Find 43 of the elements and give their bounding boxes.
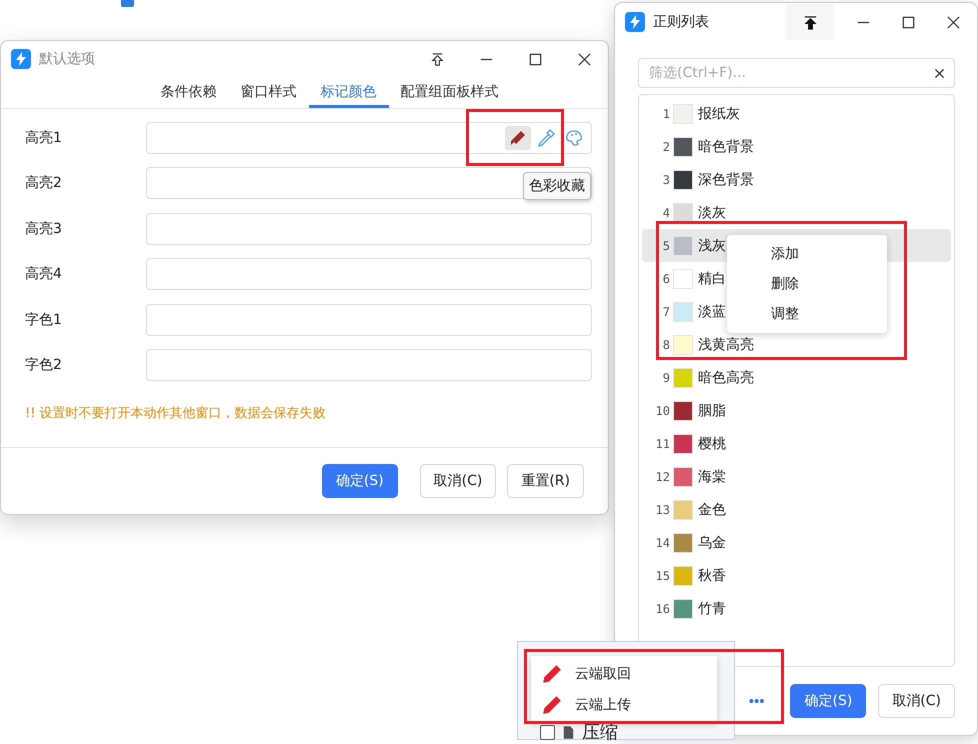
item-number: 5: [662, 238, 671, 252]
window-title: 正则列表: [653, 13, 710, 31]
item-name: 精白: [698, 270, 726, 288]
item-number: 15: [654, 568, 671, 582]
tooltip: 色彩收藏: [523, 172, 591, 200]
field-label: 高亮3: [25, 220, 63, 238]
item-name: 金色: [698, 500, 726, 518]
field-label: 字色2: [25, 356, 63, 374]
item-name: 海棠: [698, 468, 726, 486]
item-label: 压缩: [582, 721, 618, 744]
field-label: 高亮1: [25, 128, 63, 147]
item-name: 浅灰: [698, 236, 726, 254]
item-name: 暗色高亮: [698, 368, 754, 386]
field-label: 高亮2: [25, 174, 63, 192]
item-number: 14: [654, 536, 671, 550]
item-number: 4: [662, 206, 671, 220]
item-name: 胭脂: [698, 402, 726, 420]
item-name: 竹青: [698, 600, 726, 618]
field-label: 高亮4: [25, 265, 63, 284]
item-number: 7: [662, 304, 671, 318]
item-number: 6: [662, 272, 671, 286]
item-name: 樱桃: [698, 434, 726, 452]
item-name: 浅黄高亮: [698, 336, 754, 354]
item-name: 淡灰: [698, 204, 726, 222]
window-title: 默认选项: [39, 50, 96, 68]
field-label: 字色1: [25, 310, 63, 329]
item-number: 13: [654, 502, 671, 516]
item-number: 10: [654, 404, 671, 418]
item-number: 3: [662, 172, 671, 186]
item-number: 16: [654, 602, 671, 616]
warning-text: !! 设置时不要打开本动作其他窗口，数据会保存失败: [25, 405, 327, 422]
item-name: 报纸灰: [698, 104, 740, 122]
item-name: 秋香: [698, 566, 726, 584]
item-number: 8: [662, 338, 671, 352]
item-number: 2: [662, 140, 671, 154]
item-name: 暗色背景: [698, 138, 754, 156]
item-name: 深色背景: [698, 170, 754, 188]
item-name: 淡蓝: [698, 302, 726, 320]
item-number: 11: [654, 436, 671, 450]
item-number: 9: [662, 370, 671, 384]
item-number: 12: [654, 470, 671, 484]
item-name: 乌金: [698, 534, 726, 552]
item-number: 1: [662, 106, 671, 120]
